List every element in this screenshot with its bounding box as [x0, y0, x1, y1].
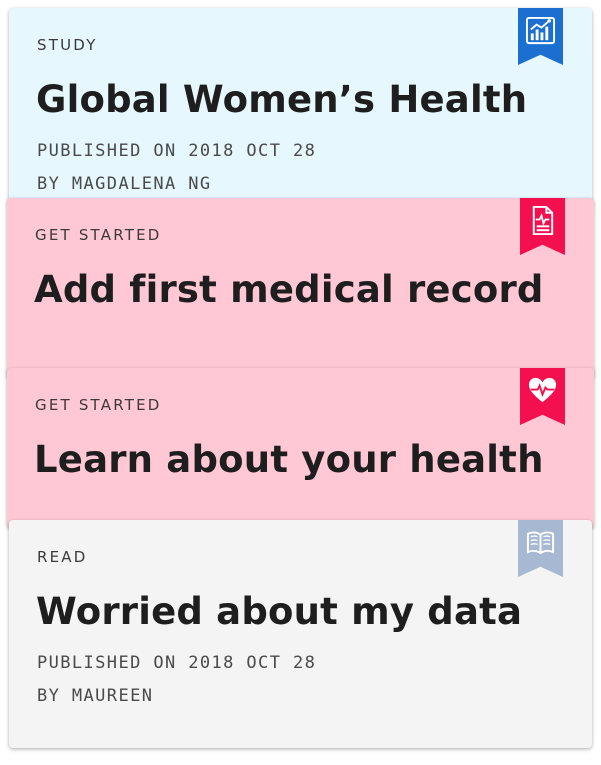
card-stack: STUDY Global Women’s Health PUBLISHED ON…: [0, 0, 601, 765]
card-title: Learn about your health: [34, 438, 544, 481]
card-title: Global Women’s Health: [36, 78, 528, 121]
card-category: GET STARTED: [35, 396, 162, 414]
get-started-medical-record-card[interactable]: GET STARTED Add first medical record: [7, 198, 594, 378]
bookmark-ribbon: [518, 520, 563, 577]
bar-chart-icon: [525, 16, 556, 45]
card-published-date: PUBLISHED ON 2018 OCT 28: [37, 653, 317, 673]
card-published-date: PUBLISHED ON 2018 OCT 28: [37, 141, 317, 161]
study-card[interactable]: STUDY Global Women’s Health PUBLISHED ON…: [9, 8, 592, 208]
open-book-icon: [526, 531, 555, 555]
card-category: GET STARTED: [35, 226, 162, 244]
bookmark-ribbon: [520, 198, 565, 255]
read-card[interactable]: READ Worried about my data PUBLISHED ON …: [9, 520, 592, 748]
document-icon: [532, 205, 554, 236]
card-author: BY MAGDALENA NG: [37, 174, 212, 194]
bookmark-ribbon: [520, 368, 565, 425]
card-category: READ: [37, 548, 88, 566]
card-title: Worried about my data: [36, 590, 523, 633]
card-author: BY MAUREEN: [37, 686, 154, 706]
card-title: Add first medical record: [34, 268, 544, 311]
card-category: STUDY: [37, 36, 98, 54]
get-started-learn-health-card[interactable]: GET STARTED Learn about your health: [7, 368, 594, 528]
heart-pulse-icon: [528, 377, 557, 403]
bookmark-ribbon: [518, 8, 563, 65]
